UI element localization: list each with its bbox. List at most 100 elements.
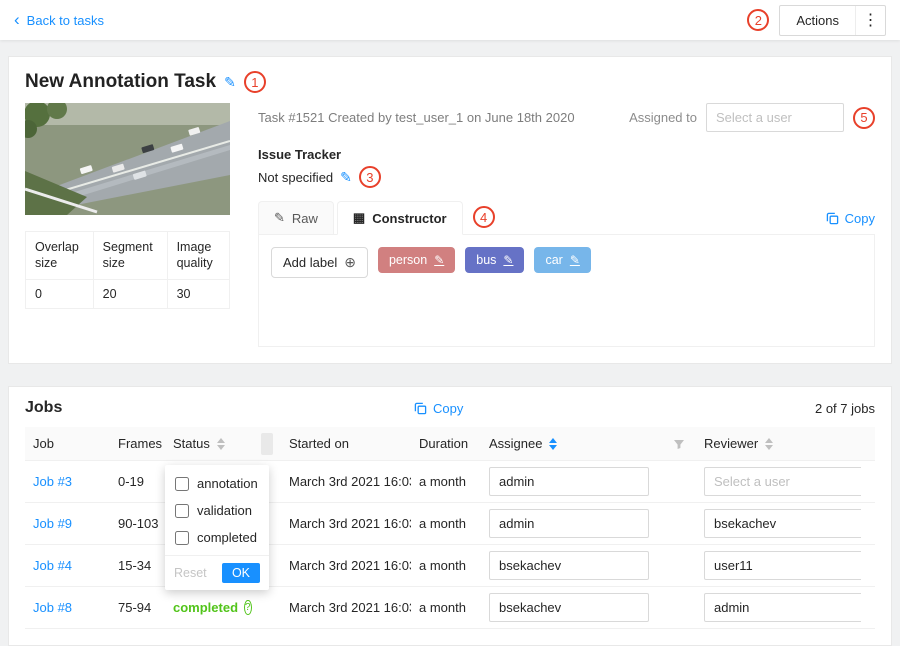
issue-tracker-label: Issue Tracker bbox=[258, 147, 875, 162]
label-chip-bus[interactable]: bus ✎ bbox=[465, 247, 524, 273]
kebab-icon: ⋮ bbox=[863, 10, 879, 30]
copy-icon bbox=[826, 212, 839, 225]
param-value-segment: 20 bbox=[93, 279, 167, 308]
constructor-icon: ▦ bbox=[353, 210, 365, 226]
col-reviewer[interactable]: Reviewer bbox=[696, 436, 861, 451]
param-header-quality: Image quality bbox=[167, 232, 229, 280]
job-8-started: March 3rd 2021 16:03 bbox=[281, 600, 411, 615]
job-3-started: March 3rd 2021 16:03 bbox=[281, 474, 411, 489]
job-4-frames: 15-34 bbox=[110, 558, 165, 573]
label-chip-car[interactable]: car ✎ bbox=[534, 247, 590, 273]
job-4-link[interactable]: Job #4 bbox=[33, 558, 72, 573]
col-assignee-filter bbox=[661, 438, 696, 450]
job-9-assignee-input[interactable] bbox=[489, 509, 649, 538]
annotation-badge-4: 4 bbox=[473, 206, 495, 228]
copy-jobs-link[interactable]: Copy bbox=[414, 401, 463, 416]
assigned-to-group: Assigned to 5 bbox=[629, 103, 875, 132]
job-row-9: Job #9 90-103 March 3rd 2021 16:03 a mon… bbox=[25, 503, 875, 545]
filter-reset-button[interactable]: Reset bbox=[174, 566, 207, 580]
job-row-4: Job #4 15-34 March 3rd 2021 16:03 a mont… bbox=[25, 545, 875, 587]
plus-circle-icon: ⊕ bbox=[344, 254, 356, 271]
edit-label-bus-icon[interactable]: ✎ bbox=[503, 253, 513, 267]
edit-label-car-icon[interactable]: ✎ bbox=[570, 253, 580, 267]
status-sort-icon[interactable] bbox=[217, 438, 225, 450]
filter-option-annotation[interactable]: annotation bbox=[165, 470, 269, 497]
task-right-column: Task #1521 Created by test_user_1 on Jun… bbox=[258, 103, 875, 347]
completed-checkbox[interactable] bbox=[175, 531, 189, 545]
job-8-status: completed bbox=[173, 600, 238, 615]
annotation-badge-5: 5 bbox=[853, 107, 875, 129]
job-9-duration: a month bbox=[411, 516, 481, 531]
edit-task-name-icon[interactable]: ✎ bbox=[224, 74, 236, 91]
add-label-button[interactable]: Add label ⊕ bbox=[271, 247, 368, 278]
filter-option-completed[interactable]: completed bbox=[165, 524, 269, 551]
job-8-assignee-input[interactable] bbox=[489, 593, 649, 622]
filter-option-annotation-label: annotation bbox=[197, 476, 258, 491]
reviewer-sort-icon[interactable] bbox=[765, 438, 773, 450]
actions-menu-button[interactable]: ⋮ bbox=[855, 6, 885, 35]
filter-option-validation[interactable]: validation bbox=[165, 497, 269, 524]
actions-button[interactable]: Actions bbox=[780, 6, 855, 35]
job-8-reviewer-input[interactable] bbox=[704, 593, 861, 622]
jobs-count: 2 of 7 jobs bbox=[815, 401, 875, 416]
task-preview-image bbox=[25, 103, 230, 215]
back-to-tasks-label: Back to tasks bbox=[27, 13, 104, 28]
filter-option-completed-label: completed bbox=[197, 530, 257, 545]
tab-constructor-label: Constructor bbox=[372, 211, 446, 226]
tab-raw[interactable]: ✎ Raw bbox=[258, 201, 334, 234]
task-title: New Annotation Task bbox=[25, 71, 216, 93]
job-3-assignee-input[interactable] bbox=[489, 467, 649, 496]
col-frames: Frames bbox=[110, 436, 165, 451]
job-9-reviewer-input[interactable] bbox=[704, 509, 861, 538]
copy-jobs-label: Copy bbox=[433, 401, 463, 416]
job-3-link[interactable]: Job #3 bbox=[33, 474, 72, 489]
job-9-link[interactable]: Job #9 bbox=[33, 516, 72, 531]
col-status[interactable]: Status bbox=[165, 436, 253, 451]
job-3-duration: a month bbox=[411, 474, 481, 489]
task-meta-text: Task #1521 Created by test_user_1 on Jun… bbox=[258, 110, 575, 125]
status-filter-icon[interactable] bbox=[261, 433, 273, 455]
assignee-filter-icon[interactable] bbox=[669, 438, 688, 450]
job-8-frames: 75-94 bbox=[110, 600, 165, 615]
job-4-assignee-input[interactable] bbox=[489, 551, 649, 580]
jobs-table: Job Frames Status Started on Duration As… bbox=[25, 427, 875, 629]
copy-labels-link[interactable]: Copy bbox=[826, 211, 875, 234]
col-job: Job bbox=[25, 436, 110, 451]
job-4-duration: a month bbox=[411, 558, 481, 573]
label-chip-person[interactable]: person ✎ bbox=[378, 247, 455, 273]
edit-label-person-icon[interactable]: ✎ bbox=[434, 253, 444, 267]
status-filter-dropdown: annotation validation completed Reset OK bbox=[165, 465, 269, 590]
param-header-overlap: Overlap size bbox=[26, 232, 94, 280]
col-assignee[interactable]: Assignee bbox=[481, 436, 661, 451]
job-8-duration: a month bbox=[411, 600, 481, 615]
back-to-tasks-link[interactable]: ‹ Back to tasks bbox=[14, 13, 104, 28]
annotation-badge-3: 3 bbox=[359, 166, 381, 188]
assignee-sort-icon[interactable] bbox=[549, 438, 557, 450]
validation-checkbox[interactable] bbox=[175, 504, 189, 518]
job-3-frames: 0-19 bbox=[110, 474, 165, 489]
assigned-to-input[interactable] bbox=[706, 103, 844, 132]
chevron-left-icon: ‹ bbox=[14, 11, 20, 28]
task-params-table: Overlap size Segment size Image quality … bbox=[25, 231, 230, 309]
jobs-title-row: Jobs Copy 2 of 7 jobs bbox=[25, 399, 875, 417]
job-4-reviewer-input[interactable] bbox=[704, 551, 861, 580]
edit-issue-tracker-icon[interactable]: ✎ bbox=[340, 169, 352, 186]
param-value-overlap: 0 bbox=[26, 279, 94, 308]
assigned-to-label: Assigned to bbox=[629, 110, 697, 125]
top-bar: ‹ Back to tasks 2 Actions ⋮ bbox=[0, 0, 900, 40]
question-circle-icon[interactable]: ? bbox=[244, 600, 252, 615]
col-started: Started on bbox=[281, 436, 411, 451]
filter-ok-button[interactable]: OK bbox=[222, 563, 260, 583]
labels-tabs-bar: ✎ Raw ▦ Constructor 4 Copy bbox=[258, 201, 875, 235]
tab-constructor[interactable]: ▦ Constructor bbox=[337, 201, 463, 235]
annotation-checkbox[interactable] bbox=[175, 477, 189, 491]
label-chip-bus-name: bus bbox=[476, 253, 496, 267]
param-value-quality: 30 bbox=[167, 279, 229, 308]
job-4-started: March 3rd 2021 16:03 bbox=[281, 558, 411, 573]
label-chip-car-name: car bbox=[545, 253, 562, 267]
col-status-filter bbox=[253, 433, 281, 455]
label-chip-person-name: person bbox=[389, 253, 427, 267]
job-3-reviewer-input[interactable] bbox=[704, 467, 861, 496]
issue-tracker-value: Not specified bbox=[258, 170, 333, 185]
job-8-link[interactable]: Job #8 bbox=[33, 600, 72, 615]
